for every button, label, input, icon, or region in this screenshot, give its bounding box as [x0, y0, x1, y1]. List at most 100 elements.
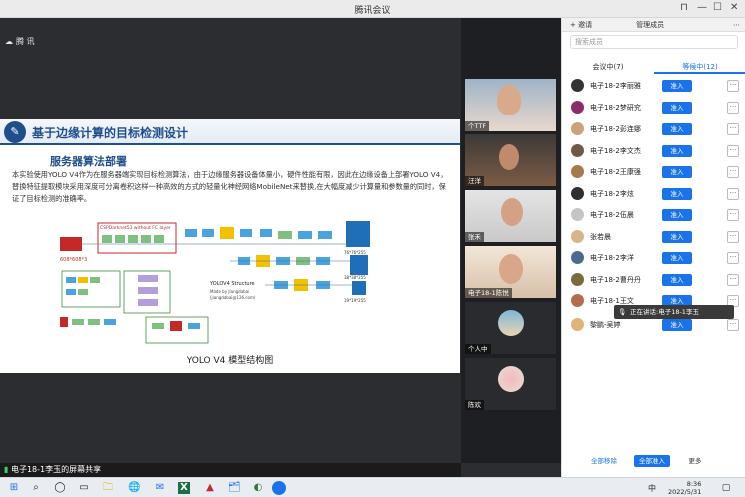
admit-button[interactable]: 准入 [662, 209, 692, 221]
avatar [571, 101, 584, 114]
app-icon[interactable]: ▲ [204, 482, 216, 494]
member-name: 电子18-2李丽雅 [590, 82, 641, 90]
admit-button[interactable]: 准入 [662, 123, 692, 135]
admit-button[interactable]: 准入 [662, 145, 692, 157]
member-segment-control: 会议中(7) 等候中(12) [562, 60, 745, 74]
avatar [571, 79, 584, 92]
remove-all-button[interactable]: 全部移除 [584, 455, 624, 467]
member-more-button[interactable]: ··· [727, 274, 739, 286]
tencent-meeting-icon[interactable] [272, 481, 286, 495]
clock-time: 8:36 [686, 480, 702, 488]
member-more-button[interactable]: ··· [727, 166, 739, 178]
admit-button[interactable]: 准入 [662, 102, 692, 114]
system-clock[interactable]: 8:36 2022/5/31 [668, 480, 701, 496]
invite-tab[interactable]: + 邀请 [570, 20, 592, 30]
member-more-button[interactable]: ··· [727, 145, 739, 157]
pin-icon[interactable]: ⊓ [680, 2, 688, 13]
slide-header: ✎ 基于边缘计算的目标检测设计 [0, 119, 460, 145]
member-more-button[interactable]: ··· [727, 123, 739, 135]
admit-all-button[interactable]: 全部准入 [634, 455, 670, 467]
more-options-button[interactable]: 更多 [680, 455, 710, 467]
member-row: 电子18-2李丽雅 准入 ··· [562, 76, 745, 96]
member-more-button[interactable]: ··· [727, 231, 739, 243]
admit-button[interactable]: 准入 [662, 80, 692, 92]
member-row: 张若晨 准入 ··· [562, 227, 745, 247]
member-more-button[interactable]: ··· [727, 102, 739, 114]
member-name: 电子18-2彭连娜 [590, 125, 641, 133]
member-search-input[interactable]: 搜索成员 [570, 35, 738, 49]
stage-label: ☁ 腾 讯 [5, 37, 35, 46]
participant-avatar [498, 366, 524, 392]
tab-in-meeting[interactable]: 会议中(7) [562, 60, 654, 74]
admit-button[interactable]: 准入 [662, 231, 692, 243]
video-tile-name: 个人中 [465, 344, 491, 354]
video-tile-name: 陈欢 [465, 400, 484, 410]
member-row: 电子18-2李文杰 准入 ··· [562, 141, 745, 161]
participant-face [501, 198, 523, 226]
legend-title: YOLOV4 Structure [209, 281, 255, 287]
member-name: 电子18-2王康强 [590, 168, 641, 176]
member-name: 电子18-2李文杰 [590, 147, 641, 155]
member-more-button[interactable]: ··· [727, 319, 739, 331]
ime-indicator[interactable]: 中 [648, 483, 656, 494]
chrome-icon[interactable]: ◐ [252, 482, 264, 494]
mail-icon[interactable]: ✉ [154, 482, 166, 494]
tab-waiting[interactable]: 等候中(12) [654, 60, 745, 74]
manage-members-tab[interactable]: 管理成员 [636, 20, 664, 30]
member-more-button[interactable]: ··· [727, 80, 739, 92]
legend-email: (jiangdabai@126.com) [210, 295, 256, 300]
output-label-medium: 38*38*255 [344, 275, 366, 280]
admit-button[interactable]: 准入 [662, 166, 692, 178]
video-tile[interactable]: 电子18-1陈悦 [465, 246, 556, 298]
admit-button[interactable]: 准入 [662, 252, 692, 264]
edge-icon[interactable]: 🌐 [128, 482, 140, 494]
file-explorer-icon[interactable]: 🗀 [102, 482, 114, 494]
maximize-button[interactable]: ☐ [713, 2, 722, 13]
video-tile[interactable]: 个TTF [465, 79, 556, 131]
member-more-button[interactable]: ··· [727, 209, 739, 221]
video-tile[interactable]: 张禾 [465, 190, 556, 242]
panel-tabs: + 邀请 管理成员 ⋯ [562, 18, 745, 32]
member-name: 电子18-2梦研究 [590, 104, 641, 112]
panel-more-icon[interactable]: ⋯ [733, 21, 740, 29]
output-label-small: 19*19*255 [344, 298, 366, 303]
admit-button[interactable]: 准入 [662, 319, 692, 331]
folder-app-icon[interactable]: 🗂 [228, 482, 241, 494]
participant-face [499, 254, 523, 284]
input-block [60, 237, 82, 251]
avatar [571, 273, 584, 286]
member-name: 张若晨 [590, 233, 611, 241]
video-tile[interactable]: 汪洋 [465, 134, 556, 186]
member-row: 电子18-2曹丹丹 准入 ··· [562, 270, 745, 290]
excel-icon[interactable]: X [178, 482, 190, 494]
cloud-icon: ☁ [5, 37, 13, 46]
task-view-icon[interactable]: ▭ [78, 482, 90, 494]
avatar [571, 294, 584, 307]
close-button[interactable]: ✕ [730, 2, 738, 13]
windows-taskbar: ⊞ ⌕ ◯ ▭ 🗀 🌐 ✉ X ▲ 🗂 ◐ 中 8:36 2022/5/31 ▢ [0, 477, 745, 497]
participant-avatar [498, 310, 524, 336]
member-more-button[interactable]: ··· [727, 252, 739, 264]
minimize-button[interactable]: — [697, 2, 707, 13]
member-more-button[interactable]: ··· [727, 188, 739, 200]
member-name: 电子18-2伍晨 [590, 211, 634, 219]
video-strip: 个TTF 汪洋 张禾 电子18-1陈悦 个人中 陈欢 [461, 18, 561, 463]
video-tile[interactable]: 陈欢 [465, 358, 556, 410]
start-icon[interactable]: ⊞ [8, 482, 20, 494]
video-tile[interactable]: 个人中 [465, 302, 556, 354]
search-icon[interactable]: ⌕ [30, 482, 42, 494]
notification-icon[interactable]: ▢ [720, 482, 732, 494]
video-tile-name: 汪洋 [465, 176, 484, 186]
member-row: 电子18-2梦研究 准入 ··· [562, 98, 745, 118]
output-cubes [346, 221, 370, 295]
cortana-icon[interactable]: ◯ [54, 482, 66, 494]
member-name: 电子18-2李炫 [590, 190, 634, 198]
window-title: 腾讯会议 [354, 6, 391, 16]
admit-button[interactable]: 准入 [662, 274, 692, 286]
avatar [571, 144, 584, 157]
slide-subtitle: 服务器算法部署 [50, 155, 127, 168]
speaking-text: 正在讲话:电子18-1李玉 [630, 308, 699, 316]
admit-button[interactable]: 准入 [662, 188, 692, 200]
slide-body-text: 本实验使用YOLO V4作为在服务器端实现目标检测算法，由于边缘服务器设备体量小… [12, 170, 448, 203]
avatar [571, 230, 584, 243]
